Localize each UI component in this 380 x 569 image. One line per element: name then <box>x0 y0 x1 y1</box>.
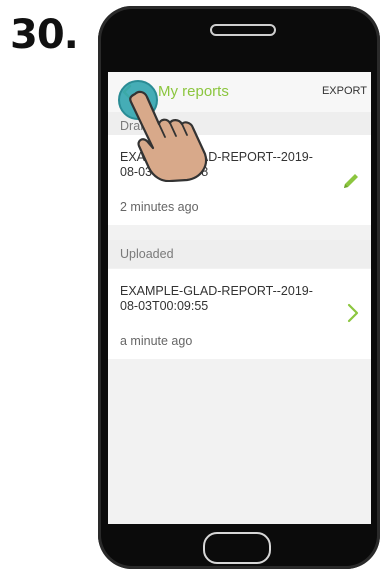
pointing-hand-icon <box>129 90 208 182</box>
step-number: 30. <box>10 12 79 58</box>
report-time: a minute ago <box>120 334 193 348</box>
chevron-right-icon[interactable] <box>345 302 361 324</box>
home-button[interactable] <box>203 532 271 564</box>
export-button[interactable]: EXPORT <box>322 85 367 97</box>
section-header-uploaded: Uploaded <box>108 240 371 268</box>
report-time: 2 minutes ago <box>120 200 199 214</box>
pencil-icon[interactable] <box>340 170 362 192</box>
report-item-uploaded[interactable]: EXAMPLE-GLAD-REPORT--2019-08-03T00:09:55… <box>108 269 371 359</box>
phone-speaker <box>210 24 276 36</box>
report-name: EXAMPLE-GLAD-REPORT--2019-08-03T00:09:55 <box>120 284 313 313</box>
